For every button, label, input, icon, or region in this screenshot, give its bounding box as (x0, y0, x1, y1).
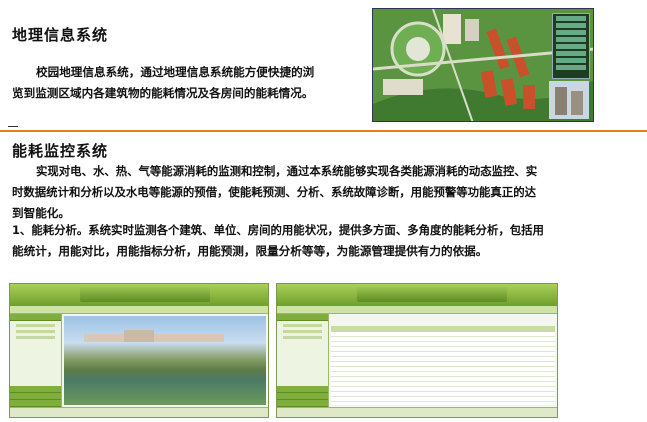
energy-p1-line1: 实现对电、水、热、气等能源消耗的监测和控制，通过本系统能够实现各类能源消耗的动态… (36, 164, 538, 178)
app-banner (357, 287, 507, 302)
energy-p1-line2: 时数据统计和分析以及水电等能源的预借，使能耗预测、分析、系统故障诊断，用能预警等… (12, 185, 536, 199)
energy-p2-line1: 1、能耗分析。系统实时监测各个建筑、单位、房间的用能状况，提供多方面、多角度的能… (12, 223, 544, 237)
app-header-bar (10, 284, 268, 306)
section-marker (8, 126, 18, 127)
map-legend-panel (552, 13, 590, 79)
app-header-bar (277, 284, 557, 306)
energy-data-table (331, 326, 555, 405)
energy-screenshot-photo (9, 283, 269, 418)
energy-p2-line2: 能统计，用能对比，用能指标分析，用能预测，限量分析等等，为能源管理提供有力的依据… (12, 244, 488, 258)
app-sidebar (277, 314, 329, 414)
app-footer (10, 407, 268, 417)
gis-map-image (372, 8, 594, 122)
app-sidebar (10, 314, 62, 414)
campus-photo (64, 316, 266, 405)
app-footer (277, 407, 557, 417)
gis-body-line1: 校园地理信息系统，通过地理信息系统能方便快捷的浏 (36, 65, 315, 79)
app-banner (80, 287, 210, 302)
gis-title: 地理信息系统 (12, 26, 109, 44)
section-divider (0, 130, 647, 132)
app-nav-bar (10, 306, 268, 314)
energy-title: 能耗监控系统 (12, 142, 109, 160)
app-nav-bar (277, 306, 557, 314)
energy-screenshot-table (276, 283, 558, 418)
gis-body-line2: 览到监测区域内各建筑物的能耗情况及各房间的能耗情况。 (12, 86, 314, 100)
